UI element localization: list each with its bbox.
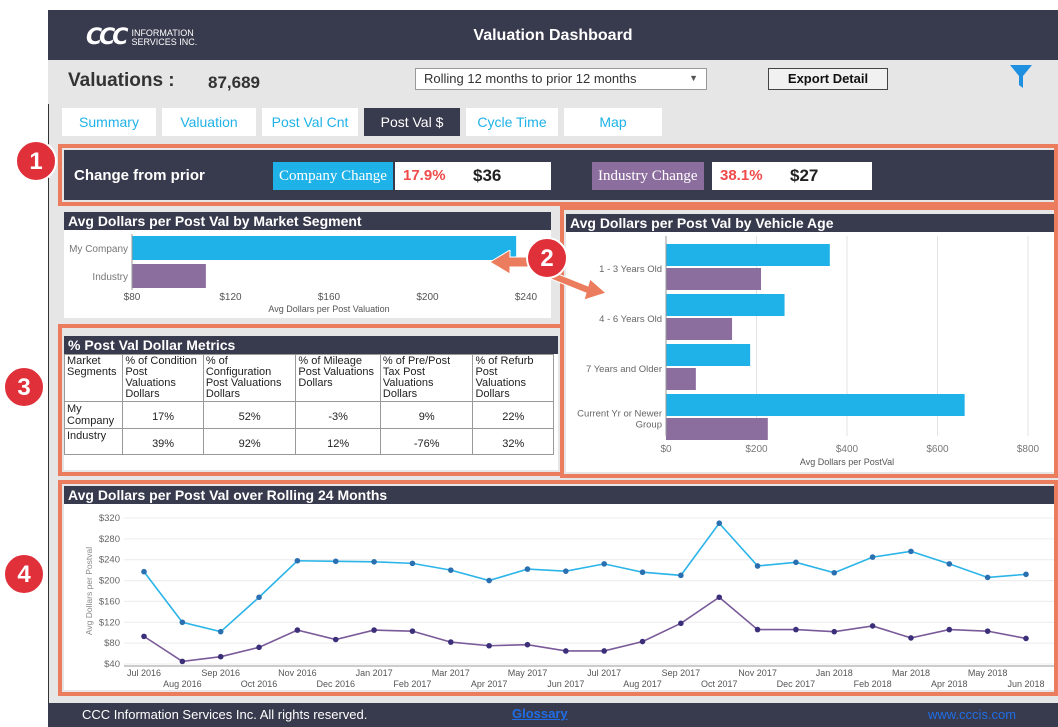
period-select[interactable]: Rolling 12 months to prior 12 months ▼ [415, 68, 707, 90]
tab-post-val-dollars[interactable]: Post Val $ [364, 108, 460, 136]
badge-2: 2 [526, 237, 568, 279]
valuations-count: 87,689 [208, 73, 260, 92]
badge-4: 4 [3, 553, 45, 595]
segment-category-label: Industry [92, 272, 128, 283]
badge-3: 3 [3, 366, 45, 408]
dashboard: CCC INFORMATION SERVICES INC. Valuation … [0, 0, 1058, 727]
export-detail-button[interactable]: Export Detail [768, 68, 888, 90]
tab-summary[interactable]: Summary [62, 108, 156, 136]
segment-tick-label: $80 [124, 292, 141, 303]
segment-chart: My CompanyIndustry$80 $120 $160 $200 $240Avg… [69, 234, 538, 314]
header-bar: CCC INFORMATION SERVICES INC. Valuation … [48, 10, 1058, 60]
copyright-text: CCC Information Services Inc. All rights… [82, 707, 368, 722]
footer-bar: CCC Information Services Inc. All rights… [48, 703, 1058, 727]
valuations-label: Valuations : [68, 70, 175, 91]
chevron-down-icon: ▼ [689, 73, 698, 83]
section-2-outline [560, 206, 1058, 478]
segment-x-axis-title: Avg Dollars per Post Valuation [268, 304, 389, 314]
segment-bar [132, 236, 517, 260]
section-1-outline [58, 144, 1058, 206]
tab-map[interactable]: Map [564, 108, 662, 136]
funnel-icon[interactable] [1010, 65, 1032, 89]
segment-chart-panel: My Company Industry $80 $120 $160 $200 $240 Avg… [64, 230, 551, 318]
period-select-value: Rolling 12 months to prior 12 months [424, 71, 637, 86]
segment-bar [132, 264, 206, 288]
segment-chart-title: Avg Dollars per Post Val by Market Segme… [64, 212, 551, 230]
section-4-outline [58, 480, 1058, 696]
segment-tick-label: $160 [318, 292, 341, 303]
glossary-link[interactable]: Glossary [512, 706, 568, 721]
tab-valuation[interactable]: Valuation [162, 108, 256, 136]
tab-cycle-time[interactable]: Cycle Time [466, 108, 558, 136]
segment-tick-label: $200 [416, 292, 439, 303]
segment-tick-label: $120 [219, 292, 242, 303]
segment-category-label: My Company [69, 244, 128, 255]
summary-bar: Valuations : 87,689 Rolling 12 months to… [48, 60, 1058, 104]
section-3-outline [58, 324, 564, 476]
page-title: Valuation Dashboard [473, 27, 633, 44]
website-link[interactable]: www.cccis.com [928, 707, 1016, 722]
tab-bar: Summary Valuation Post Val Cnt Post Val … [62, 108, 668, 138]
tab-post-val-cnt[interactable]: Post Val Cnt [262, 108, 358, 136]
badge-1: 1 [15, 140, 57, 182]
